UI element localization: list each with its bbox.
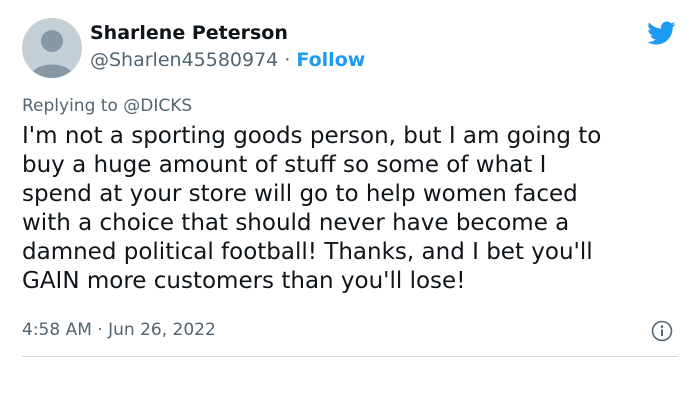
follow-button[interactable]: Follow — [296, 49, 365, 71]
tweet-text-line: damned political football! Thanks, and I… — [22, 239, 593, 265]
reply-mention-link[interactable]: @DICKS — [123, 96, 192, 116]
handle-row: @Sharlen45580974 · Follow — [90, 49, 365, 71]
avatar[interactable] — [22, 18, 82, 78]
tweet-card: Sharlene Peterson @Sharlen45580974 · Fol… — [0, 0, 700, 410]
tweet-date: Jun 26, 2022 — [108, 320, 216, 340]
divider — [22, 356, 678, 357]
tweet-text: I'm not a sporting goods person, but I a… — [22, 122, 682, 296]
tweet-text-line: spend at your store will go to help wome… — [22, 181, 578, 207]
handle-separator: · — [278, 49, 297, 71]
tweet-time: 4:58 AM — [22, 320, 92, 340]
timestamp-separator: · — [91, 320, 109, 340]
tweet-text-line: GAIN more customers than you'll lose! — [22, 268, 466, 294]
twitter-bird-icon[interactable] — [644, 18, 678, 48]
default-avatar-icon — [22, 18, 82, 78]
replying-to: Replying to @DICKS — [22, 96, 192, 116]
tweet-text-line: I'm not a sporting goods person, but I a… — [22, 123, 602, 149]
tweet-timestamp[interactable]: 4:58 AM · Jun 26, 2022 — [22, 320, 216, 340]
display-name[interactable]: Sharlene Peterson — [90, 22, 288, 44]
tweet-text-line: with a choice that should never have bec… — [22, 210, 570, 236]
info-icon[interactable] — [651, 320, 673, 342]
reply-prefix: Replying to — [22, 96, 124, 116]
user-handle[interactable]: @Sharlen45580974 — [90, 49, 278, 71]
tweet-text-line: buy a huge amount of stuff so some of wh… — [22, 152, 547, 178]
